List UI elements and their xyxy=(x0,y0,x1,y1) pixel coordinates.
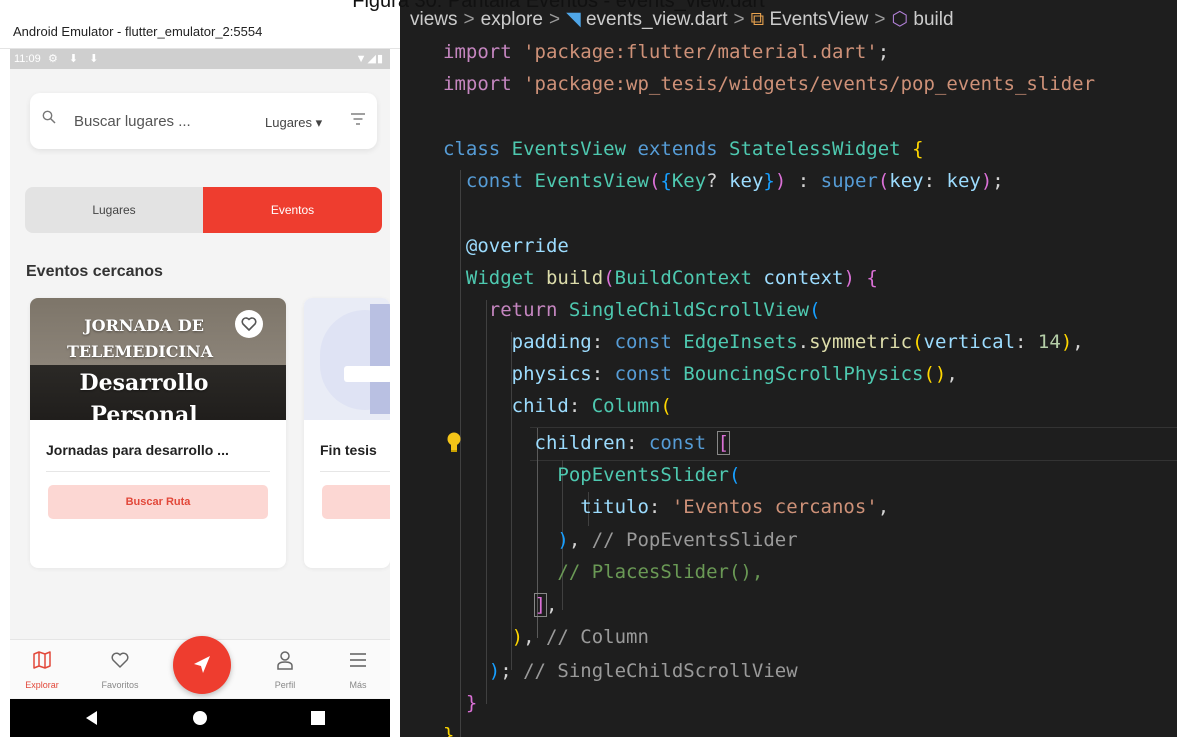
image-text: Desarrollo xyxy=(79,370,209,396)
nav-label: Más xyxy=(349,680,367,690)
code-area[interactable]: import 'package:flutter/material.dart'; … xyxy=(400,0,1177,737)
search-bar[interactable]: Buscar lugares ... Lugares ▾ xyxy=(30,93,377,149)
code-line: @override xyxy=(465,235,569,257)
event-title: Jornadas para desarrollo ... xyxy=(46,442,229,458)
home-icon[interactable] xyxy=(192,710,208,726)
code-editor: views > explore > ◥ events_view.dart > ⧉ Event… xyxy=(400,0,1177,737)
code-line: import 'package:wp_tesis/widgets/events/… xyxy=(443,73,1096,95)
code-line: padding: const EdgeInsets.symmetric(vert… xyxy=(511,331,1084,353)
code-line: return SingleChildScrollView( xyxy=(488,299,821,321)
section-title: Eventos cercanos xyxy=(26,263,163,280)
favorite-button[interactable] xyxy=(235,310,263,338)
map-icon xyxy=(33,651,51,669)
category-dropdown[interactable]: Lugares ▾ xyxy=(265,115,322,131)
code-line: } xyxy=(443,724,455,737)
code-line: } xyxy=(465,692,478,714)
code-line: // PlacesSlider(), xyxy=(557,561,764,583)
code-line: ], xyxy=(533,593,558,617)
illustration-shape xyxy=(370,304,390,414)
search-icon xyxy=(42,110,56,124)
illustration-shape xyxy=(344,366,390,382)
status-time: 11:09 xyxy=(14,53,41,65)
android-emulator-window: Android Emulator - flutter_emulator_2:55… xyxy=(0,0,400,737)
status-bar: 11:09 ⚙ ⬇ ⬇ ▼◢▮ xyxy=(10,49,390,69)
nav-mas[interactable]: Más xyxy=(328,640,388,698)
code-line: ); // SingleChildScrollView xyxy=(488,660,798,682)
image-text: Personal xyxy=(90,402,198,420)
code-line: ), // Column xyxy=(511,626,649,648)
filter-icon[interactable] xyxy=(350,112,366,126)
bottom-navigation: Explorar Favoritos Perfil Más xyxy=(10,636,390,698)
navigation-arrow-icon xyxy=(194,656,210,673)
nav-favoritos[interactable]: Favoritos xyxy=(90,640,150,698)
code-line: child: Column( xyxy=(511,395,672,417)
notification-icons: ⚙ ⬇ ⬇ xyxy=(48,53,103,65)
android-nav-bar xyxy=(10,699,390,737)
search-route-button[interactable]: Buscar Ruta xyxy=(48,485,268,519)
code-line: import 'package:flutter/material.dart'; xyxy=(443,41,890,63)
signal-battery-icons: ▼◢▮ xyxy=(355,53,384,65)
code-line: physics: const BouncingScrollPhysics(), xyxy=(511,363,958,385)
figure-caption: Figura 30: Pantalla Eventos - events_vie… xyxy=(352,0,765,11)
event-title: Fin tesis xyxy=(320,442,377,458)
person-icon xyxy=(277,651,293,670)
search-route-button[interactable] xyxy=(322,485,390,519)
nav-explorar[interactable]: Explorar xyxy=(12,640,72,698)
event-image: JORNADA DE TELEMEDICINA Desarrollo Perso… xyxy=(30,298,286,420)
code-line: PopEventsSlider( xyxy=(557,464,741,486)
divider xyxy=(320,471,390,472)
menu-icon xyxy=(350,653,366,667)
nav-perfil[interactable]: Perfil xyxy=(255,640,315,698)
image-text: TELEMEDICINA xyxy=(66,342,214,361)
event-card[interactable]: JORNADA DE TELEMEDICINA Desarrollo Perso… xyxy=(30,298,286,568)
code-line: children: const [ xyxy=(534,431,731,455)
code-line: Widget build(BuildContext context) { xyxy=(465,267,878,289)
divider xyxy=(46,471,270,472)
nav-label: Perfil xyxy=(274,680,296,690)
event-image xyxy=(304,298,390,420)
code-line: class EventsView extends StatelessWidget… xyxy=(443,138,924,160)
emulator-title: Android Emulator - flutter_emulator_2:55… xyxy=(13,24,263,39)
segmented-tabs: Lugares Eventos xyxy=(25,187,382,233)
event-card[interactable]: Fin tesis xyxy=(304,298,390,568)
search-input[interactable]: Buscar lugares ... xyxy=(74,113,191,130)
recents-icon[interactable] xyxy=(310,710,326,726)
code-line: ), // PopEventsSlider xyxy=(557,529,798,551)
heart-icon xyxy=(111,652,129,668)
back-icon[interactable] xyxy=(84,710,100,726)
heart-icon xyxy=(241,317,257,331)
tab-eventos[interactable]: Eventos xyxy=(203,187,382,233)
phone-screen: 11:09 ⚙ ⬇ ⬇ ▼◢▮ Buscar lugares ... Lugar… xyxy=(10,49,390,737)
code-line: titulo: 'Eventos cercanos', xyxy=(580,496,890,518)
code-line: const EventsView({Key? key}) : super(key… xyxy=(465,170,1004,192)
nav-label: Favoritos xyxy=(101,680,139,690)
navigate-fab[interactable] xyxy=(173,636,231,694)
tab-lugares[interactable]: Lugares xyxy=(25,187,203,233)
emulator-title-bar: Android Emulator - flutter_emulator_2:55… xyxy=(0,18,400,49)
nav-label: Explorar xyxy=(25,680,59,690)
